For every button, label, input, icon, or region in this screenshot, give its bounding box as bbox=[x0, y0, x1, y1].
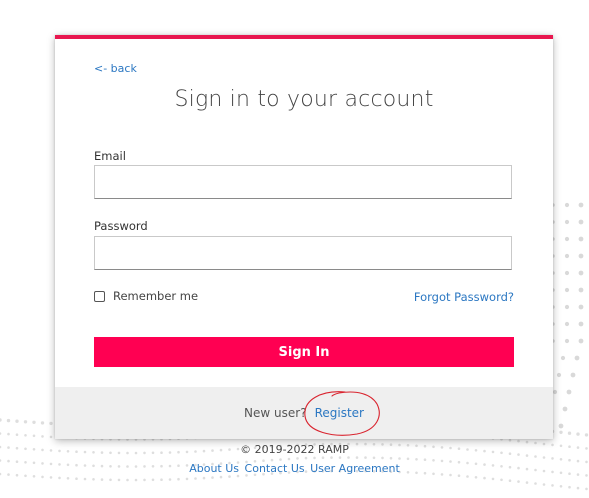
email-label: Email bbox=[94, 149, 126, 163]
remember-me-label: Remember me bbox=[113, 289, 199, 303]
register-link[interactable]: Register bbox=[315, 406, 364, 420]
password-field[interactable] bbox=[94, 236, 512, 270]
password-label: Password bbox=[94, 219, 148, 233]
footer-links: About Us Contact Us User Agreement bbox=[0, 462, 589, 475]
card-accent-bar bbox=[55, 35, 553, 39]
remember-me-control[interactable]: Remember me bbox=[94, 289, 198, 303]
back-link[interactable]: <- back bbox=[94, 62, 137, 75]
forgot-password-link[interactable]: Forgot Password? bbox=[414, 290, 514, 304]
new-user-text: New user? bbox=[244, 406, 307, 420]
register-wrap: Register bbox=[304, 391, 380, 436]
remember-me-checkbox[interactable] bbox=[94, 290, 105, 302]
sign-in-card: <- back Sign in to your account Email Pa… bbox=[55, 35, 553, 439]
page-title: Sign in to your account bbox=[174, 87, 434, 112]
sign-in-button[interactable]: Sign In bbox=[94, 337, 514, 367]
email-field[interactable] bbox=[94, 165, 512, 199]
user-agreement-link[interactable]: User Agreement bbox=[310, 462, 400, 475]
about-us-link[interactable]: About Us bbox=[189, 462, 239, 475]
register-footer: New user? Register bbox=[55, 387, 553, 439]
contact-us-link[interactable]: Contact Us bbox=[245, 462, 305, 475]
copyright-text: © 2019-2022 RAMP bbox=[240, 443, 349, 456]
